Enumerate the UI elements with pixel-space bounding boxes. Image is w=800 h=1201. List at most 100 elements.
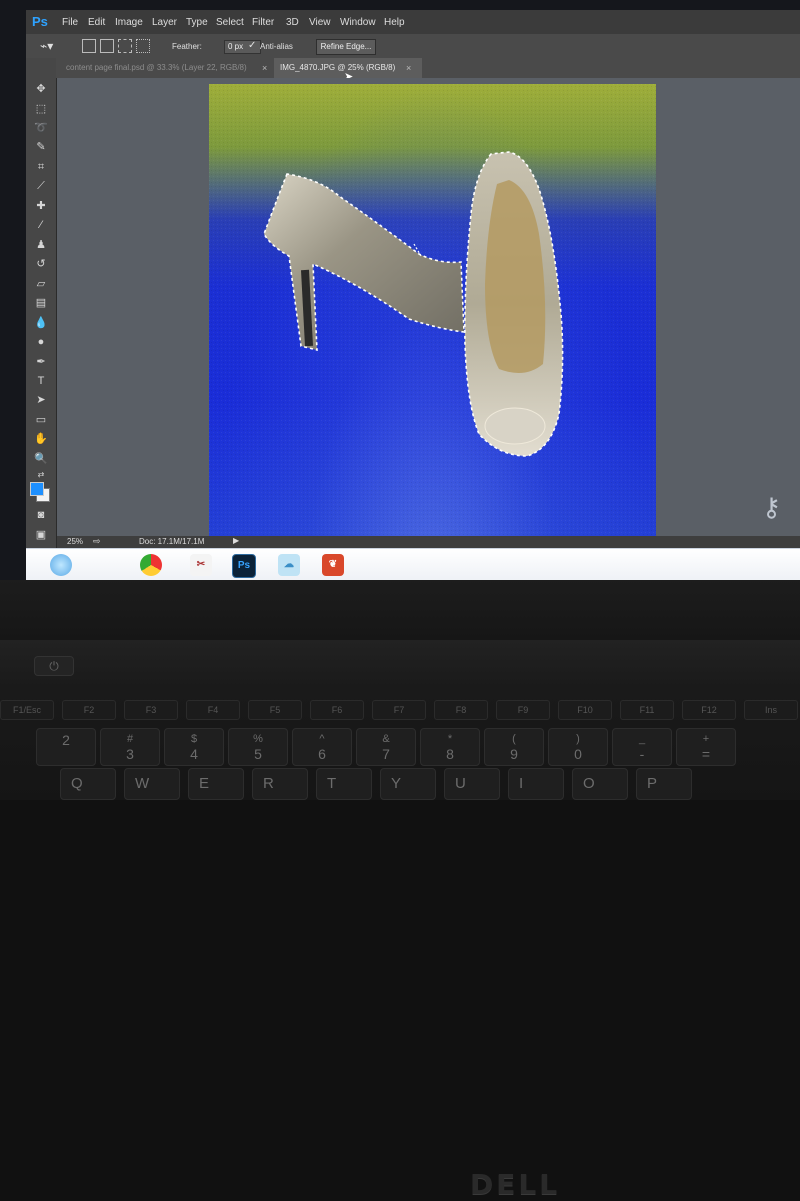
key-t[interactable]: T	[316, 768, 372, 800]
photoshop-taskbar-icon[interactable]: Ps	[232, 554, 256, 578]
menu-type[interactable]: Type	[186, 17, 208, 28]
key-equals[interactable]: + =	[676, 728, 736, 766]
dodge-tool-icon[interactable]: ●	[34, 335, 48, 349]
key-w[interactable]: W	[124, 768, 180, 800]
path-selection-tool-icon[interactable]: ➤	[34, 393, 48, 407]
menu-file[interactable]: File	[62, 17, 78, 28]
key-7[interactable]: & 7	[356, 728, 416, 766]
lasso-tool-icon[interactable]: ➰	[34, 121, 48, 135]
photoshop-logo: Ps	[32, 14, 48, 29]
key-4[interactable]: $4	[164, 728, 224, 766]
add-selection-icon[interactable]	[100, 39, 114, 53]
cloud-app-icon[interactable]: ☁	[278, 554, 300, 576]
fn-key[interactable]: F6	[310, 700, 364, 720]
quick-selection-tool-icon[interactable]: ✎	[34, 140, 48, 154]
key-q[interactable]: Q	[60, 768, 116, 800]
canvas-area[interactable]	[57, 78, 800, 536]
menu-edit[interactable]: Edit	[88, 17, 105, 28]
subtract-selection-icon[interactable]	[118, 39, 132, 53]
screen-chin: DELL	[0, 580, 800, 1201]
fn-key[interactable]: F3	[124, 700, 178, 720]
menu-layer[interactable]: Layer	[152, 17, 177, 28]
menu-select[interactable]: Select	[216, 17, 244, 28]
eyedropper-tool-icon[interactable]: ⟋	[34, 179, 48, 193]
fn-key[interactable]: F2	[62, 700, 116, 720]
menu-window[interactable]: Window	[340, 17, 376, 28]
windows-taskbar: ✂ Ps ☁ ❦	[26, 548, 800, 580]
screen-mode-icon[interactable]: ▣	[34, 528, 48, 542]
fn-key[interactable]: F10	[558, 700, 612, 720]
fn-key[interactable]: F1/Esc	[0, 700, 54, 720]
fn-key[interactable]: F8	[434, 700, 488, 720]
key-y[interactable]: Y	[380, 768, 436, 800]
fn-key[interactable]: F11	[620, 700, 674, 720]
foreground-color-swatch[interactable]	[30, 482, 44, 496]
key-8[interactable]: * 8	[420, 728, 480, 766]
move-tool-icon[interactable]: ✥	[34, 82, 48, 96]
fn-key[interactable]: F7	[372, 700, 426, 720]
lasso-tool-preset-icon[interactable]: ⌁▾	[40, 39, 53, 53]
fn-key[interactable]: F12	[682, 700, 736, 720]
close-tab-icon[interactable]: ×	[262, 58, 267, 78]
menu-view[interactable]: View	[309, 17, 331, 28]
fn-key[interactable]: F5	[248, 700, 302, 720]
tab-content-page-final[interactable]: content page final.psd @ 33.3% (Layer 22…	[60, 58, 272, 78]
brand-logo: DELL	[470, 1168, 561, 1201]
snipping-tool-icon[interactable]: ✂	[190, 554, 212, 576]
fn-key[interactable]: Ins	[744, 700, 798, 720]
key-5[interactable]: % 5	[228, 728, 288, 766]
crop-tool-icon[interactable]: ⌗	[34, 160, 48, 174]
zoom-level[interactable]: 25%	[67, 537, 83, 546]
intersect-selection-icon[interactable]	[136, 39, 150, 53]
new-selection-icon[interactable]	[82, 39, 96, 53]
menu-filter[interactable]: Filter	[252, 17, 274, 28]
key-e[interactable]: E	[188, 768, 244, 800]
type-tool-icon[interactable]: T	[34, 374, 48, 388]
options-bar: ⌁▾ Feather: 0 px ✓ Anti-alias Refine Edg…	[26, 34, 800, 58]
status-menu-arrow-icon[interactable]: ▶	[233, 536, 239, 545]
document-canvas[interactable]	[209, 84, 656, 536]
key-r[interactable]: R	[252, 768, 308, 800]
power-button-icon[interactable]: ⏻	[34, 656, 74, 676]
pen-tool-icon[interactable]: ✒	[34, 355, 48, 369]
menu-help[interactable]: Help	[384, 17, 405, 28]
key-u[interactable]: U	[444, 768, 500, 800]
healing-brush-tool-icon[interactable]: ✚	[34, 199, 48, 213]
blur-tool-icon[interactable]: 💧	[34, 316, 48, 330]
swap-colors-icon[interactable]: ⇄	[34, 468, 48, 482]
brush-tool-icon[interactable]: ⁄	[34, 218, 48, 232]
document-tab-bar: content page final.psd @ 33.3% (Layer 22…	[56, 58, 800, 83]
status-bar: 25% ⇨ Doc: 17.1M/17.1M ▶	[57, 536, 800, 548]
marquee-tool-icon[interactable]: ⬚	[34, 102, 48, 116]
antialias-label: Anti-alias	[260, 42, 293, 51]
key-6[interactable]: ^ 6	[292, 728, 352, 766]
refine-edge-button[interactable]: Refine Edge...	[316, 39, 376, 55]
quick-mask-icon[interactable]: ◙	[34, 508, 48, 522]
key-o[interactable]: O	[572, 768, 628, 800]
antialias-checkbox-icon[interactable]: ✓	[248, 40, 256, 51]
chrome-icon[interactable]	[140, 554, 162, 576]
menu-image[interactable]: Image	[115, 17, 143, 28]
hand-tool-icon[interactable]: ✋	[34, 432, 48, 446]
zoom-tool-icon[interactable]: 🔍	[34, 452, 48, 466]
gradient-tool-icon[interactable]: ▤	[34, 296, 48, 310]
start-button-icon[interactable]	[50, 554, 72, 576]
history-brush-tool-icon[interactable]: ↺	[34, 257, 48, 271]
export-icon: ⇨	[93, 536, 101, 546]
key-9[interactable]: (9	[484, 728, 544, 766]
key-0[interactable]: ) 0	[548, 728, 608, 766]
fn-key[interactable]: F4	[186, 700, 240, 720]
key-i[interactable]: I	[508, 768, 564, 800]
close-tab-icon[interactable]: ×	[406, 58, 411, 78]
key-3[interactable]: #3	[100, 728, 160, 766]
feather-label: Feather:	[172, 42, 202, 51]
acrobat-icon[interactable]: ❦	[322, 554, 344, 576]
fn-key[interactable]: F9	[496, 700, 550, 720]
key-minus[interactable]: _ -	[612, 728, 672, 766]
clone-stamp-tool-icon[interactable]: ♟	[34, 238, 48, 252]
rectangle-tool-icon[interactable]: ▭	[34, 413, 48, 427]
eraser-tool-icon[interactable]: ▱	[34, 277, 48, 291]
key-p[interactable]: P	[636, 768, 692, 800]
menu-3d[interactable]: 3D	[286, 17, 299, 28]
key-2[interactable]: 2	[36, 728, 96, 766]
